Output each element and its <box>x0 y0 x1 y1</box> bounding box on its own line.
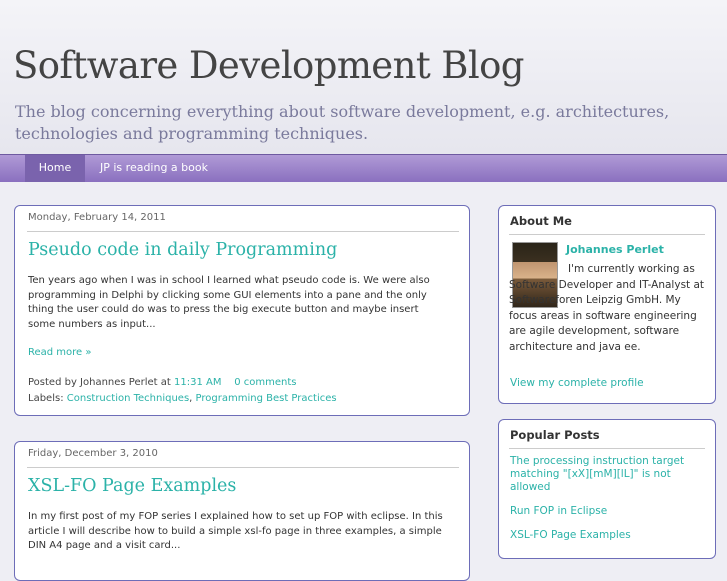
label-link[interactable]: Programming Best Practices <box>196 393 337 404</box>
view-profile-link[interactable]: View my complete profile <box>510 377 644 389</box>
list-item: The processing instruction target matchi… <box>510 455 706 494</box>
comments-link[interactable]: 0 comments <box>234 377 296 388</box>
nav-bar: Home JP is reading a book <box>0 154 727 182</box>
label-link[interactable]: Construction Techniques <box>67 393 189 404</box>
posted-by-text: Posted by Johannes Perlet at <box>28 377 171 388</box>
post-card: Monday, February 14, 2011 Pseudo code in… <box>14 205 470 416</box>
list-item: Run FOP in Eclipse <box>510 505 706 518</box>
blog-title[interactable]: Software Development Blog <box>13 44 524 87</box>
popular-post-link[interactable]: The processing instruction target matchi… <box>510 455 684 493</box>
author-name-link[interactable]: Johannes Perlet <box>566 243 664 256</box>
divider <box>27 467 459 468</box>
about-me-title: About Me <box>510 214 572 228</box>
blog-description: The blog concerning everything about sof… <box>15 102 670 143</box>
nav-tab-home[interactable]: Home <box>25 155 85 182</box>
popular-post-link[interactable]: XSL-FO Page Examples <box>510 529 631 541</box>
list-item: XSL-FO Page Examples <box>510 529 706 542</box>
divider <box>509 448 705 449</box>
labels-prefix: Labels: <box>28 393 64 404</box>
post-excerpt: In my first post of my FOP series I expl… <box>28 511 443 552</box>
about-me-box: About Me Johannes Perlet I'm currently w… <box>498 205 716 404</box>
divider <box>27 231 459 232</box>
divider <box>509 234 705 235</box>
popular-posts-box: Popular Posts The processing instruction… <box>498 419 716 559</box>
post-title-link[interactable]: XSL-FO Page Examples <box>28 476 236 496</box>
read-more-link[interactable]: Read more » <box>28 347 92 358</box>
about-me-text: I'm currently working as Software Develo… <box>509 263 705 353</box>
nav-tab-reading-book[interactable]: JP is reading a book <box>100 155 208 182</box>
post-title-link[interactable]: Pseudo code in daily Programming <box>28 240 337 260</box>
post-footer: Posted by Johannes Perlet at 11:31 AM 0 … <box>28 377 296 388</box>
post-excerpt: Ten years ago when I was in school I lea… <box>28 275 430 331</box>
post-card: Friday, December 3, 2010 XSL-FO Page Exa… <box>14 441 470 581</box>
post-date: Monday, February 14, 2011 <box>28 212 166 223</box>
post-labels: Labels: Construction Techniques, Program… <box>28 393 337 404</box>
popular-post-link[interactable]: Run FOP in Eclipse <box>510 505 607 517</box>
popular-posts-title: Popular Posts <box>510 428 600 442</box>
popular-posts-list: The processing instruction target matchi… <box>510 455 706 553</box>
post-date: Friday, December 3, 2010 <box>28 448 158 459</box>
post-time-link[interactable]: 11:31 AM <box>174 377 221 388</box>
blog-header: Software Development Blog The blog conce… <box>0 0 727 154</box>
